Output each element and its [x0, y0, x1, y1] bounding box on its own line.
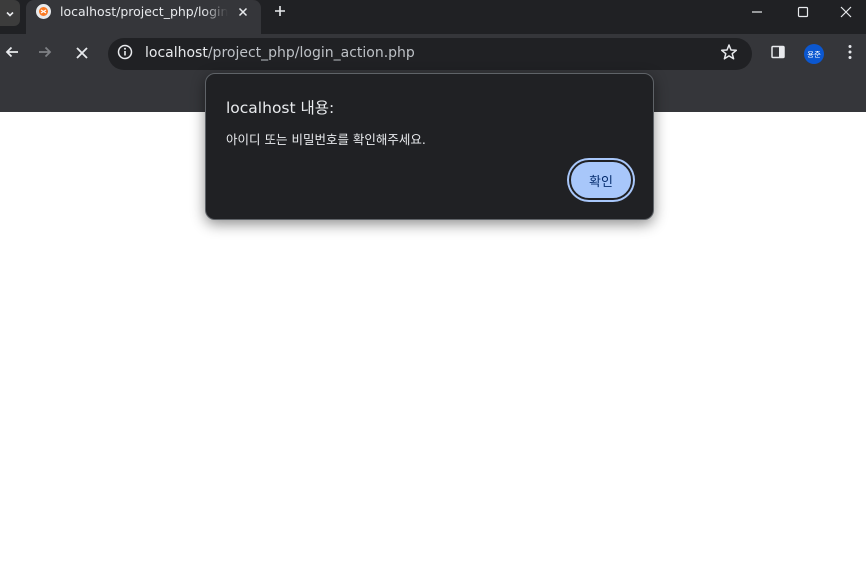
- stop-icon: [75, 45, 89, 64]
- minimize-icon: [751, 3, 763, 22]
- back-button[interactable]: [0, 42, 24, 66]
- site-info-button[interactable]: [117, 44, 133, 64]
- url-host: localhost: [145, 45, 208, 61]
- arrow-left-icon: [4, 44, 20, 64]
- minimize-button[interactable]: [734, 0, 780, 24]
- tab-title: localhost/project_php/login_action.php: [60, 4, 228, 19]
- new-tab-button[interactable]: [270, 1, 290, 21]
- star-icon: [720, 43, 738, 65]
- close-icon: [238, 2, 248, 21]
- address-bar[interactable]: localhost/project_php/login_action.php: [108, 38, 752, 70]
- forward-button[interactable]: [33, 42, 57, 66]
- url-path: /project_php/login_action.php: [207, 45, 415, 61]
- chevron-down-icon: [5, 4, 15, 23]
- close-icon: [840, 3, 852, 22]
- profile-avatar[interactable]: 용준: [804, 44, 824, 64]
- browser-window: localhost/project_php/login_action.php: [0, 0, 866, 573]
- arrow-right-icon: [37, 44, 53, 64]
- more-vertical-icon: [848, 44, 852, 64]
- toolbar: localhost/project_php/login_action.php 용…: [0, 34, 866, 74]
- xampp-favicon-icon: [36, 4, 51, 19]
- url-text[interactable]: localhost/project_php/login_action.php: [145, 45, 415, 61]
- maximize-icon: [797, 3, 809, 22]
- menu-button[interactable]: [840, 44, 860, 64]
- tab-search-button[interactable]: [0, 0, 20, 26]
- info-icon: [117, 44, 133, 64]
- maximize-button[interactable]: [780, 0, 826, 24]
- tab-active[interactable]: localhost/project_php/login_action.php: [26, 0, 261, 34]
- side-panel-icon: [770, 44, 786, 64]
- dialog-message: 아이디 또는 비밀번호를 확인해주세요.: [226, 132, 426, 147]
- window-close-button[interactable]: [826, 0, 866, 24]
- tab-strip: localhost/project_php/login_action.php: [0, 0, 866, 34]
- plus-icon: [274, 2, 286, 21]
- stop-button[interactable]: [70, 42, 94, 66]
- side-panel-button[interactable]: [768, 44, 788, 64]
- tab-close-button[interactable]: [234, 1, 252, 21]
- dialog-title: localhost 내용:: [226, 99, 335, 117]
- bookmark-button[interactable]: [720, 43, 738, 65]
- alert-dialog: localhost 내용: 아이디 또는 비밀번호를 확인해주세요. 확인: [205, 73, 654, 220]
- ok-button[interactable]: 확인: [569, 160, 633, 200]
